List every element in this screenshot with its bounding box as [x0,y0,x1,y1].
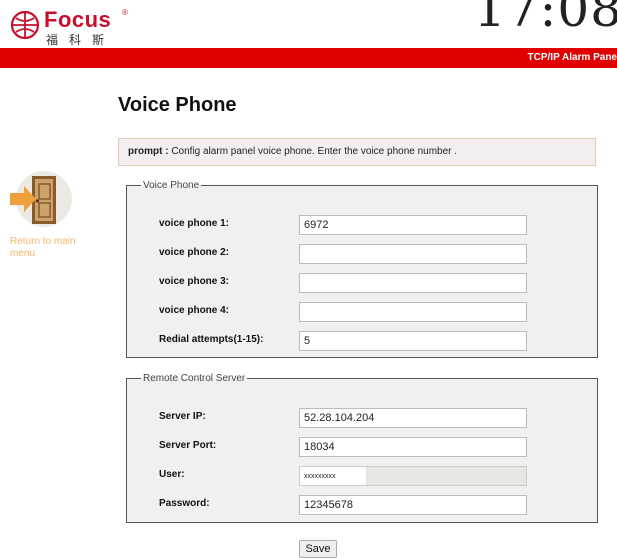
prompt-label: prompt : [128,146,169,157]
remote-control-server-legend: Remote Control Server [143,373,246,384]
voice-phone-1-row: voice phone 1: [159,215,579,237]
redial-attempts-row: Redial attempts(1-15): [159,331,579,353]
voice-phone-2-row: voice phone 2: [159,244,579,266]
page-title: Voice Phone [118,94,237,116]
voice-phone-4-row: voice phone 4: [159,302,579,324]
voice-phone-1-input[interactable] [299,215,527,235]
voice-phone-2-input[interactable] [299,244,527,264]
voice-phone-3-row: voice phone 3: [159,273,579,295]
server-ip-row: Server IP: [159,408,579,430]
return-to-main-menu-link[interactable]: Return to main menu [10,236,96,260]
user-input[interactable] [300,467,366,485]
voice-phone-legend: Voice Phone [143,180,200,191]
user-label: User: [159,469,185,480]
user-field-container [299,466,527,486]
focus-globe-icon [10,10,40,40]
password-input[interactable] [299,495,527,515]
server-ip-input[interactable] [299,408,527,428]
server-port-input[interactable] [299,437,527,457]
voice-phone-4-label: voice phone 4: [159,305,230,316]
header-banner: TCP/IP Alarm Pane [0,48,617,68]
password-row: Password: [159,495,579,517]
voice-phone-fieldset: Voice Phone voice phone 1: voice phone 2… [126,180,598,358]
brand-name-chinese: 福科斯 [46,33,116,47]
voice-phone-3-label: voice phone 3: [159,276,230,287]
remote-control-server-fieldset: Remote Control Server Server IP: Server … [126,373,598,523]
prompt-text: Config alarm panel voice phone. Enter th… [171,146,458,157]
voice-phone-1-label: voice phone 1: [159,218,230,229]
user-row: User: [159,466,579,488]
registered-mark: ® [122,8,128,17]
server-port-label: Server Port: [159,440,217,451]
voice-phone-3-input[interactable] [299,273,527,293]
server-port-row: Server Port: [159,437,579,459]
focus-logo: Focus ® 福科斯 [10,6,170,47]
password-label: Password: [159,498,210,509]
voice-phone-2-label: voice phone 2: [159,247,230,258]
redial-attempts-label: Redial attempts(1-15): [159,334,264,345]
prompt-box: prompt : Config alarm panel voice phone.… [118,138,596,166]
banner-title: TCP/IP Alarm Pane [527,52,617,63]
brand-name: Focus [44,7,112,32]
voice-phone-4-input[interactable] [299,302,527,322]
clock-display: 17:08 [473,0,617,38]
door-exit-icon[interactable] [8,170,72,228]
server-ip-label: Server IP: [159,411,206,422]
save-button[interactable]: Save [299,540,337,558]
redial-attempts-input[interactable] [299,331,527,351]
